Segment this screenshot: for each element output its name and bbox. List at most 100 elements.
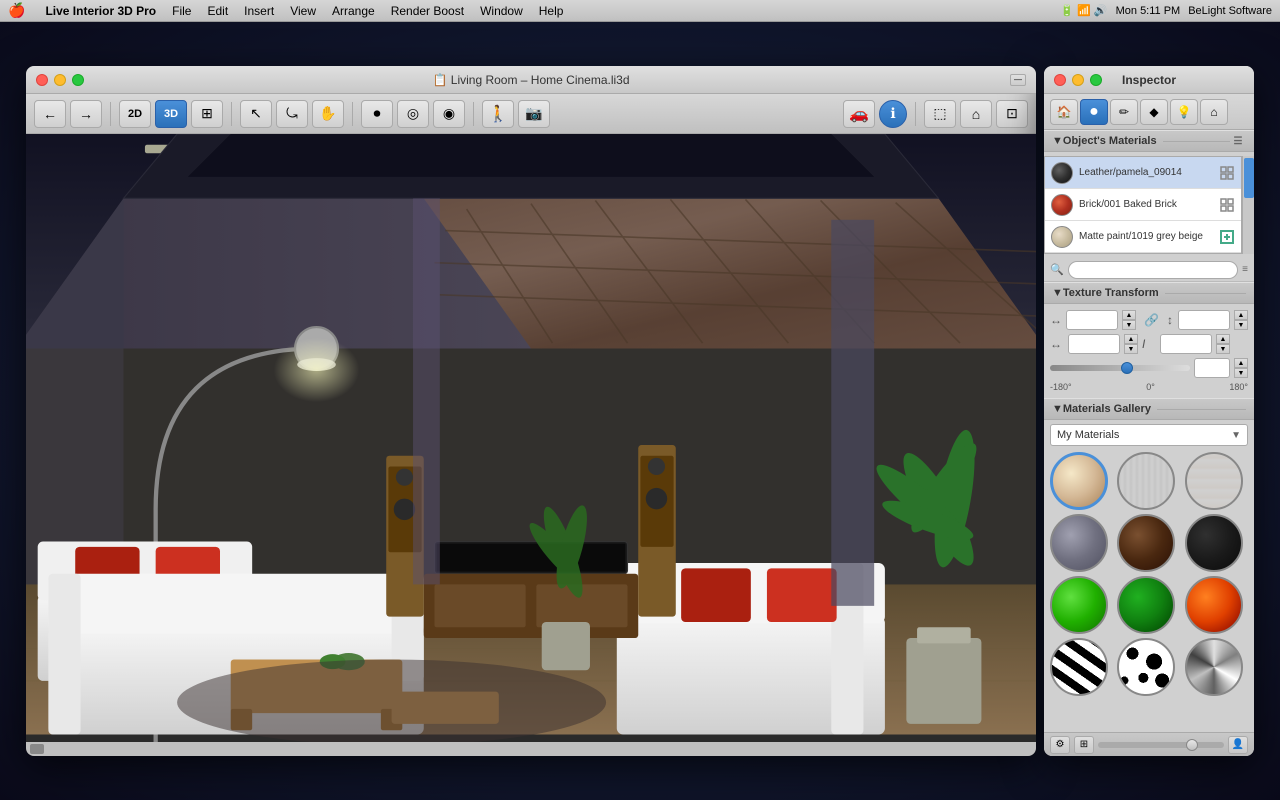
angle-input[interactable]: 0°	[1194, 358, 1230, 378]
gallery-size-slider[interactable]	[1098, 742, 1224, 748]
offset-y-up-btn[interactable]: ▲	[1216, 334, 1230, 344]
header-line	[1163, 141, 1230, 142]
gallery-person-btn[interactable]: 👤	[1228, 736, 1248, 754]
btn-2d-floor[interactable]: 2D	[119, 100, 151, 128]
gallery-item-green-dark[interactable]	[1117, 576, 1175, 634]
tab-texture[interactable]: ◆	[1140, 99, 1168, 125]
nav-forward-btn[interactable]: →	[70, 100, 102, 128]
grid-icon[interactable]: ≡	[1242, 264, 1248, 275]
tool-select[interactable]: ↖	[240, 100, 272, 128]
minimize-button[interactable]	[54, 74, 66, 86]
tab-edit[interactable]: ✏	[1110, 99, 1138, 125]
app-name-menu[interactable]: Live Interior 3D Pro	[37, 0, 164, 21]
angle-slider-track[interactable]	[1050, 365, 1190, 371]
maximize-button[interactable]	[72, 74, 84, 86]
toolbar-sep-2	[231, 102, 232, 126]
nav-back-btn[interactable]: ←	[34, 100, 66, 128]
belight-menu[interactable]: BeLight Software	[1188, 5, 1272, 17]
menu-insert[interactable]: Insert	[236, 0, 282, 21]
gallery-item-dark-wood[interactable]	[1117, 514, 1175, 572]
offset-x-up-btn[interactable]: ▲	[1124, 334, 1138, 344]
transform-offset-x-input[interactable]: 0.00	[1068, 334, 1120, 354]
transform-offset-y-input[interactable]: 0.00	[1160, 334, 1212, 354]
angle-down-btn[interactable]: ▼	[1234, 368, 1248, 378]
window-resize-btn[interactable]: —	[1010, 74, 1026, 86]
gallery-size-thumb[interactable]	[1186, 739, 1198, 751]
gallery-controls: My Materials ▼	[1044, 420, 1254, 704]
menu-window[interactable]: Window	[472, 0, 531, 21]
material-item-leather[interactable]: Leather/pamela_09014	[1045, 157, 1241, 189]
gallery-item-dark-mat[interactable]	[1185, 514, 1243, 572]
viewport[interactable]	[26, 134, 1036, 756]
gallery-item-concrete[interactable]	[1050, 514, 1108, 572]
menu-help[interactable]: Help	[531, 0, 572, 21]
tab-material[interactable]: ●	[1080, 99, 1108, 125]
gallery-item-chrome[interactable]	[1185, 638, 1243, 696]
material-item-paint[interactable]: Matte paint/1019 grey beige	[1045, 221, 1241, 253]
gallery-item-zebra[interactable]	[1050, 638, 1108, 696]
toolbar-sep-1	[110, 102, 111, 126]
transform-height-input[interactable]: 2.56	[1178, 310, 1230, 330]
material-item-brick[interactable]: Brick/001 Baked Brick	[1045, 189, 1241, 221]
btn-plan[interactable]: ⊞	[191, 100, 223, 128]
material-edit-paint[interactable]	[1219, 229, 1235, 245]
inspector-close[interactable]	[1054, 74, 1066, 86]
section-menu-btn[interactable]: ☰	[1230, 134, 1246, 148]
menu-arrange[interactable]: Arrange	[324, 0, 383, 21]
width-down-btn[interactable]: ▼	[1122, 320, 1136, 330]
tool-eye[interactable]: ◎	[397, 100, 429, 128]
tool-snapshot[interactable]: 📷	[518, 100, 550, 128]
tool-record[interactable]: ⏺	[361, 100, 393, 128]
link-icon[interactable]: 🔗	[1140, 313, 1163, 327]
menu-view[interactable]: View	[282, 0, 324, 21]
inspector-body[interactable]: ▼ Object's Materials ☰ Leather/pamela_09…	[1044, 130, 1254, 732]
btn-frame-sel[interactable]: ⬚	[924, 100, 956, 128]
menu-render-boost[interactable]: Render Boost	[383, 0, 472, 21]
tab-object[interactable]: ⌂	[1200, 99, 1228, 125]
section-arrow-3: ▼	[1052, 403, 1063, 415]
material-search-input[interactable]	[1068, 261, 1238, 279]
tool-walk[interactable]: 🚶	[482, 100, 514, 128]
gallery-item-brick[interactable]	[1185, 452, 1243, 510]
apple-menu[interactable]: 🍎	[8, 2, 25, 19]
gallery-item-beige[interactable]	[1050, 452, 1108, 510]
btn-home-view[interactable]: ⌂	[960, 100, 992, 128]
tab-house[interactable]: 🏠	[1050, 99, 1078, 125]
gallery-item-green-bright[interactable]	[1050, 576, 1108, 634]
gallery-grid-btn[interactable]: ⊞	[1074, 736, 1094, 754]
menu-file[interactable]: File	[164, 0, 199, 21]
angle-up-btn[interactable]: ▲	[1234, 358, 1248, 368]
angle-slider-thumb[interactable]	[1121, 362, 1133, 374]
gallery-dropdown[interactable]: My Materials ▼	[1050, 424, 1248, 446]
inspector-title: Inspector	[1122, 73, 1176, 87]
width-up-btn[interactable]: ▲	[1122, 310, 1136, 320]
menu-edit[interactable]: Edit	[199, 0, 236, 21]
offset-y-down-btn[interactable]: ▼	[1216, 344, 1230, 354]
material-edit-leather[interactable]	[1219, 165, 1235, 181]
close-button[interactable]	[36, 74, 48, 86]
tool-pencil[interactable]: ⤿	[276, 100, 308, 128]
materials-scrollbar[interactable]	[1242, 156, 1254, 254]
gallery-item-wood-light[interactable]	[1117, 452, 1175, 510]
materials-scrollbar-thumb[interactable]	[1244, 158, 1254, 198]
tool-hand[interactable]: ✋	[312, 100, 344, 128]
tab-light[interactable]: 💡	[1170, 99, 1198, 125]
scrollbar-thumb[interactable]	[30, 744, 44, 754]
gallery-settings-btn[interactable]: ⚙	[1050, 736, 1070, 754]
btn-info[interactable]: ℹ	[879, 100, 907, 128]
material-swatch-leather	[1051, 162, 1073, 184]
btn-3d-view[interactable]: 3D	[155, 100, 187, 128]
gallery-item-fire[interactable]	[1185, 576, 1243, 634]
material-edit-brick[interactable]	[1219, 197, 1235, 213]
tool-camera-fly[interactable]: ◉	[433, 100, 465, 128]
inspector-minimize[interactable]	[1072, 74, 1084, 86]
height-up-btn[interactable]: ▲	[1234, 310, 1248, 320]
gallery-item-dalmatian[interactable]	[1117, 638, 1175, 696]
viewport-scrollbar[interactable]	[26, 742, 1036, 756]
btn-car[interactable]: 🚗	[843, 100, 875, 128]
transform-width-input[interactable]: 2.56	[1066, 310, 1118, 330]
offset-x-down-btn[interactable]: ▼	[1124, 344, 1138, 354]
height-down-btn[interactable]: ▼	[1234, 320, 1248, 330]
inspector-zoom[interactable]	[1090, 74, 1102, 86]
btn-3d-views[interactable]: ⊡	[996, 100, 1028, 128]
